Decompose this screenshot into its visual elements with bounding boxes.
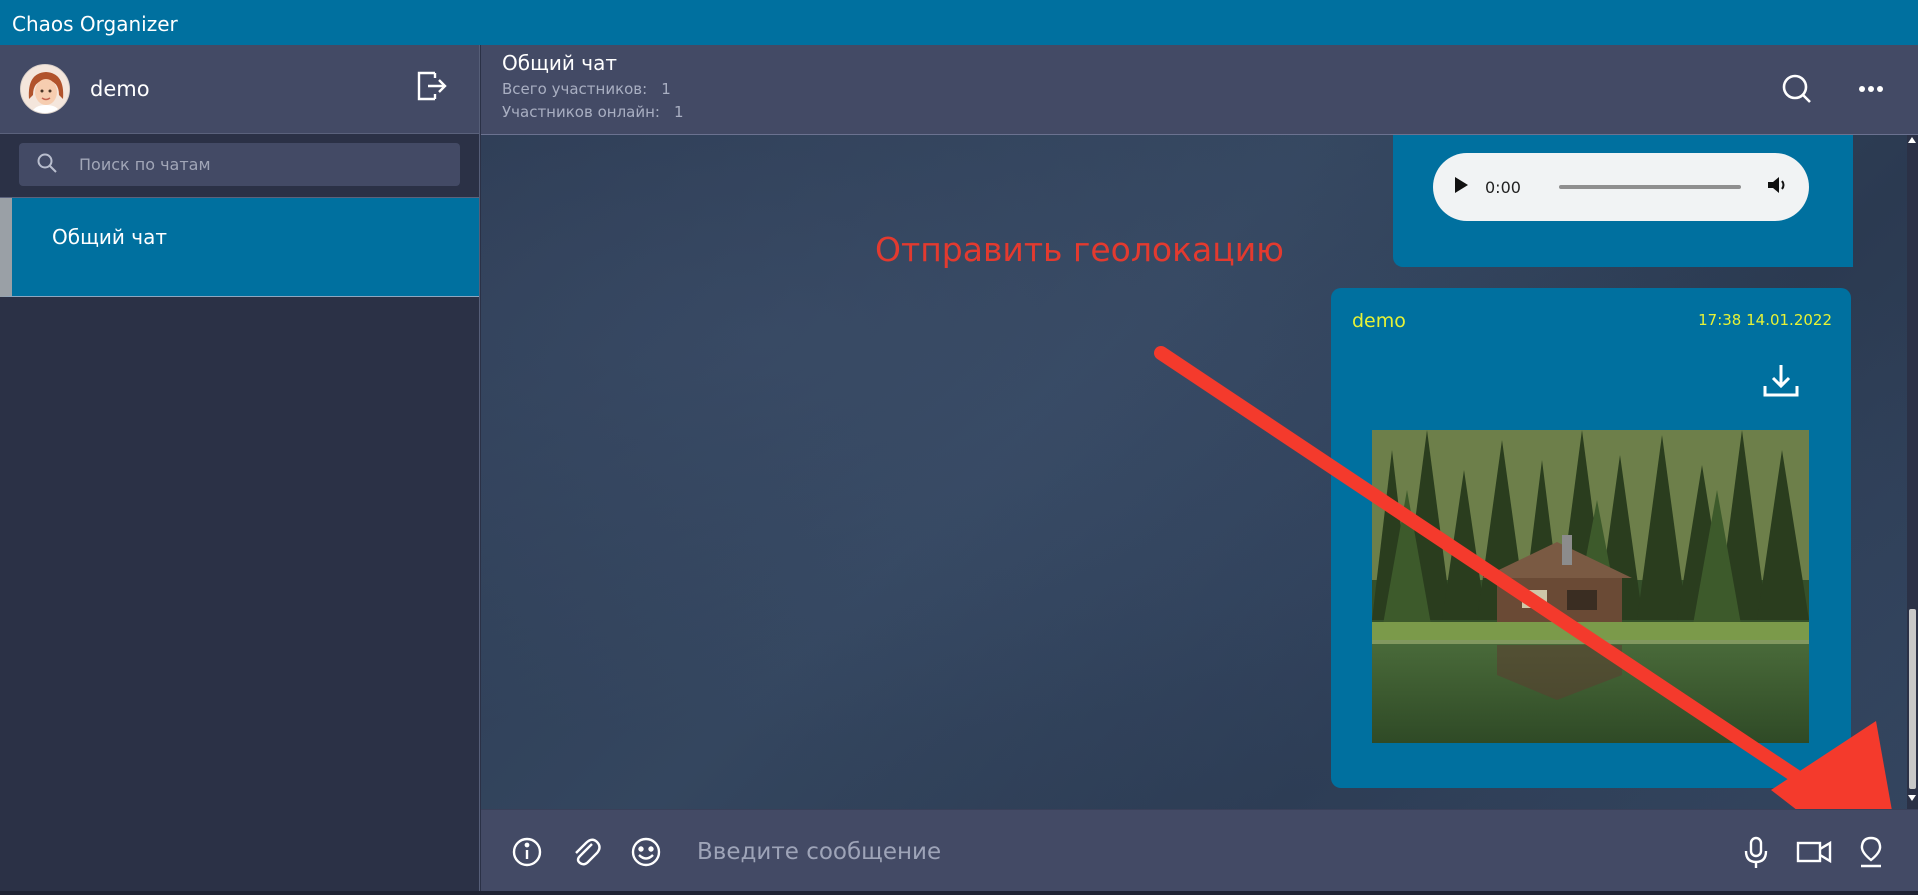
- message-composer: [481, 809, 1918, 895]
- logout-icon[interactable]: [415, 69, 449, 103]
- participants-online: Участников онлайн: 1: [502, 103, 684, 121]
- participants-total-label: Всего участников:: [502, 80, 648, 98]
- participants-total-value: 1: [661, 80, 671, 98]
- app-title: Chaos Organizer: [12, 12, 178, 36]
- info-icon[interactable]: [507, 832, 547, 872]
- avatar[interactable]: [20, 64, 70, 114]
- message-input[interactable]: [697, 832, 1597, 872]
- message-scrollbar[interactable]: [1907, 135, 1918, 809]
- more-icon[interactable]: [1851, 69, 1891, 109]
- chat-search: [0, 134, 479, 198]
- participants-total: Всего участников: 1: [502, 80, 671, 98]
- scroll-up-icon[interactable]: [1908, 137, 1916, 143]
- geolocation-icon[interactable]: [1851, 832, 1891, 872]
- app-titlebar: Chaos Organizer: [0, 0, 1918, 45]
- scroll-down-icon[interactable]: [1908, 795, 1916, 801]
- search-icon[interactable]: [1777, 69, 1817, 109]
- emoji-icon[interactable]: [626, 832, 666, 872]
- video-camera-icon[interactable]: [1794, 832, 1834, 872]
- profile-username: demo: [90, 77, 150, 101]
- chat-search-box: [19, 143, 460, 186]
- message-list[interactable]: 0:00 demo 17:38 14.01.2022 Отправить гео…: [481, 135, 1907, 809]
- chat-header: Общий чат Всего участников: 1 Участников …: [481, 45, 1918, 135]
- microphone-icon[interactable]: [1736, 832, 1776, 872]
- chat-list-item-label: Общий чат: [52, 225, 167, 249]
- attach-icon[interactable]: [566, 832, 606, 872]
- chat-title: Общий чат: [502, 51, 617, 75]
- participants-online-label: Участников онлайн:: [502, 103, 660, 121]
- chat-list-item[interactable]: Общий чат: [0, 198, 479, 297]
- annotation-arrow: [1154, 346, 1892, 809]
- sidebar: demo Общий чат: [0, 45, 480, 895]
- bottom-edge: [0, 891, 1918, 895]
- search-icon: [37, 153, 57, 177]
- participants-online-value: 1: [673, 103, 684, 121]
- chat-search-input[interactable]: [79, 155, 429, 174]
- profile-panel: demo: [0, 45, 479, 134]
- scroll-thumb[interactable]: [1909, 609, 1916, 789]
